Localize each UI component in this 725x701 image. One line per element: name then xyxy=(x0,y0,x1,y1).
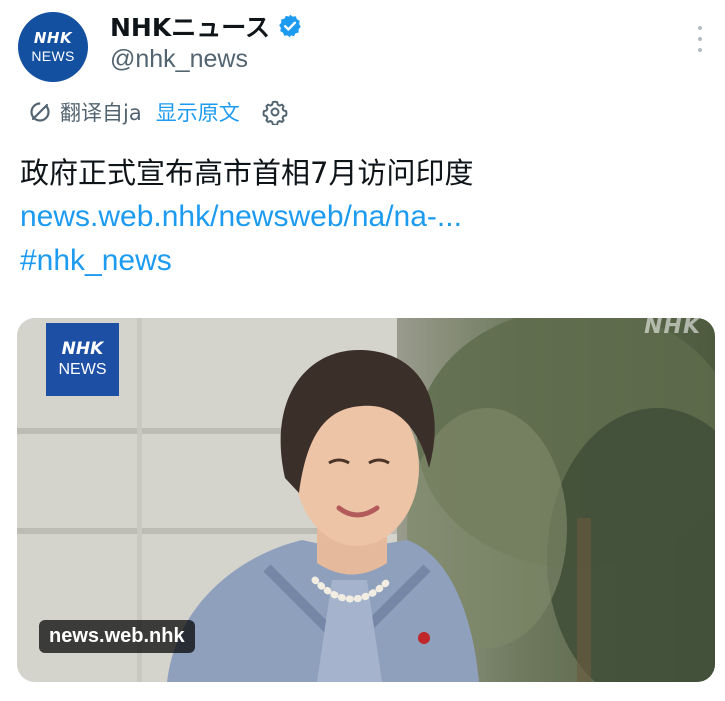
nhk-news-logo: NHK NEWS xyxy=(46,323,119,396)
account-handle[interactable]: @nhk_news xyxy=(110,45,248,74)
translate-icon xyxy=(30,102,50,122)
nhk-logo-line1: NHK xyxy=(61,339,104,359)
nhk-watermark: NHK xyxy=(644,318,701,339)
nhk-logo-line2: NEWS xyxy=(58,361,107,378)
tweet-link[interactable]: news.web.nhk/newsweb/na/na-... xyxy=(20,200,462,234)
tweet-text: 政府正式宣布高市首相7月访问印度 xyxy=(20,156,474,190)
show-original-link[interactable]: 显示原文 xyxy=(156,97,240,127)
translation-bar: 翻译自ja 显示原文 xyxy=(28,96,288,128)
avatar-logo-line1: NHK xyxy=(33,29,73,47)
translated-from-label: 翻译自ja xyxy=(60,101,142,125)
name-row: NHKニュース xyxy=(110,8,303,44)
avatar-logo-line2: NEWS xyxy=(31,48,75,64)
hashtag-link[interactable]: #nhk_news xyxy=(20,244,172,278)
avatar[interactable]: NHK NEWS xyxy=(18,12,88,82)
link-domain-label[interactable]: news.web.nhk xyxy=(39,620,195,653)
verified-badge-icon xyxy=(279,14,301,38)
gear-icon[interactable] xyxy=(262,99,288,125)
more-options-icon[interactable] xyxy=(690,26,710,52)
display-name[interactable]: NHKニュース xyxy=(110,8,270,44)
media-image[interactable]: NHK NEWS NHK news.web.nhk xyxy=(17,318,715,682)
